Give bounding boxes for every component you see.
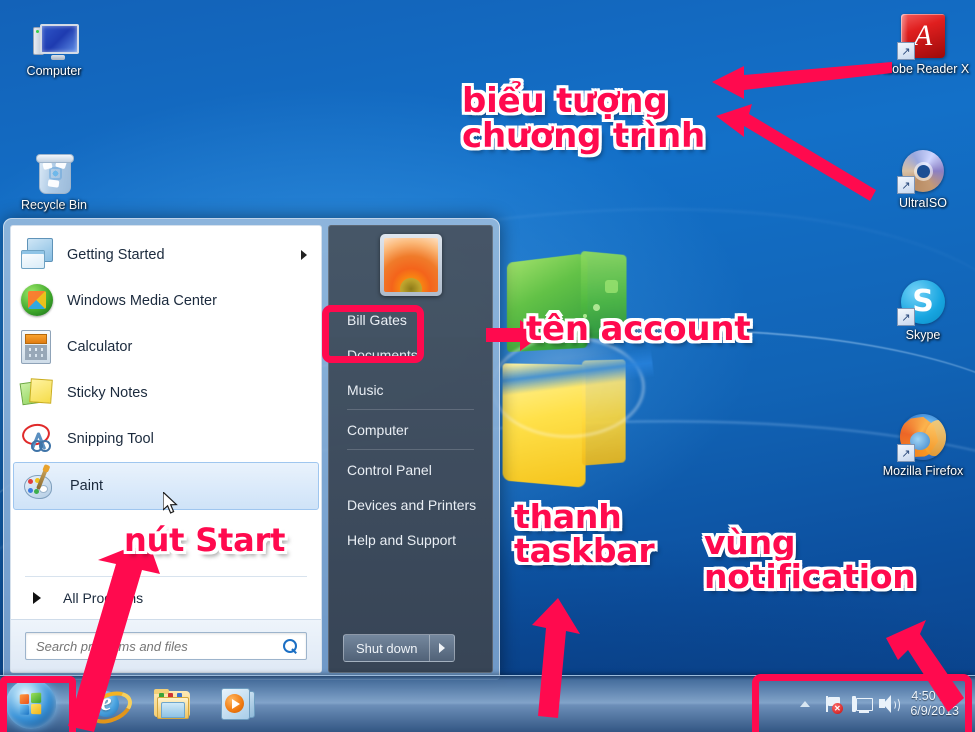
annotation-box-account-name bbox=[322, 305, 424, 363]
start-menu-item-label: Snipping Tool bbox=[67, 431, 154, 447]
start-menu-item-label: Sticky Notes bbox=[67, 385, 148, 401]
avatar[interactable] bbox=[379, 234, 442, 296]
desktop-icon-ultraiso[interactable]: ↗ UltraISO bbox=[869, 140, 975, 210]
start-menu-item-getting-started[interactable]: Getting Started bbox=[11, 232, 321, 278]
start-menu-item-windows-media-center[interactable]: Windows Media Center bbox=[11, 278, 321, 324]
start-menu-item-label: Paint bbox=[70, 478, 104, 494]
shut-down-label: Shut down bbox=[356, 640, 418, 656]
start-menu-right-item-label: Devices and Printers bbox=[347, 496, 477, 513]
shortcut-arrow-icon: ↗ bbox=[897, 42, 915, 60]
desktop-icon-firefox[interactable]: ↗ Mozilla Firefox bbox=[866, 408, 975, 478]
annotation-program-icons: biểu tượng chương trình bbox=[462, 81, 705, 156]
start-menu-item-label: Getting Started bbox=[67, 247, 165, 263]
annotation-notification-area: vùng notification bbox=[704, 523, 916, 596]
ultraiso-icon: ↗ bbox=[869, 140, 975, 194]
getting-started-icon bbox=[21, 238, 55, 272]
windows-desktop: Computer Recycle Bin A ↗ Adobe Reader X … bbox=[0, 0, 975, 732]
annotation-start-button: nút Start bbox=[124, 521, 286, 559]
desktop-icon-label: UltraISO bbox=[899, 196, 947, 210]
taskbar-windows-media-player[interactable] bbox=[216, 682, 260, 726]
desktop-icon-recycle-bin[interactable]: Recycle Bin bbox=[0, 142, 108, 212]
annotation-arrow-program-icons-2 bbox=[716, 104, 876, 201]
annotation-arrow-program-icons-1 bbox=[712, 62, 892, 99]
shut-down-group: Shut down bbox=[343, 634, 456, 662]
start-menu-right-item-computer[interactable]: Computer bbox=[341, 412, 480, 447]
desktop-icon-computer[interactable]: Computer bbox=[0, 8, 108, 78]
all-programs-triangle-icon bbox=[33, 592, 41, 604]
search-icon bbox=[283, 638, 298, 654]
submenu-arrow-icon bbox=[301, 250, 307, 260]
start-menu-right-item-help-and-support[interactable]: Help and Support bbox=[341, 522, 480, 557]
desktop-icon-label: Mozilla Firefox bbox=[882, 464, 964, 478]
windows-media-center-icon bbox=[21, 284, 55, 318]
start-menu-right-panel: Bill Gates Documents Music Computer Cont… bbox=[328, 225, 493, 673]
shut-down-options-button[interactable] bbox=[430, 634, 456, 662]
annotation-arrow-taskbar bbox=[532, 598, 580, 718]
firefox-icon: ↗ bbox=[866, 408, 975, 462]
annotation-account-name: tên account bbox=[526, 309, 751, 349]
shortcut-arrow-icon: ↗ bbox=[897, 308, 915, 326]
shut-down-button[interactable]: Shut down bbox=[343, 634, 431, 662]
logo-hex-dot bbox=[605, 280, 618, 293]
start-menu-right-item-music[interactable]: Music bbox=[341, 372, 480, 407]
start-menu-right-separator bbox=[347, 449, 474, 450]
windows-logo-wallpaper bbox=[475, 250, 655, 500]
windows-media-player-icon bbox=[221, 688, 255, 720]
start-menu-right-separator bbox=[347, 409, 474, 410]
adobe-reader-icon: A ↗ bbox=[869, 6, 975, 60]
skype-icon: S ↗ bbox=[869, 272, 975, 326]
annotation-arrow-notification-area bbox=[886, 620, 964, 712]
shortcut-arrow-icon: ↗ bbox=[897, 444, 915, 462]
desktop-icon-label: Skype bbox=[905, 328, 941, 342]
start-menu-item-snipping-tool[interactable]: Snipping Tool bbox=[11, 416, 321, 462]
computer-icon bbox=[0, 8, 108, 60]
sticky-notes-icon bbox=[19, 376, 55, 410]
calculator-icon bbox=[21, 330, 55, 364]
paint-icon bbox=[24, 468, 58, 503]
flower-avatar-image bbox=[383, 238, 438, 292]
start-menu-right-item-label: Music bbox=[347, 381, 384, 398]
start-menu-right-item-label: Help and Support bbox=[347, 531, 456, 548]
desktop-icon-skype[interactable]: S ↗ Skype bbox=[869, 272, 975, 342]
start-menu-item-label: Windows Media Center bbox=[67, 293, 217, 309]
chevron-right-icon bbox=[439, 643, 446, 653]
start-menu-right-item-label: Control Panel bbox=[347, 461, 432, 478]
start-menu-item-sticky-notes[interactable]: Sticky Notes bbox=[11, 370, 321, 416]
annotation-taskbar: thanh taskbar bbox=[514, 497, 655, 570]
start-menu-right-item-label: Computer bbox=[347, 421, 409, 438]
desktop-icon-label: Recycle Bin bbox=[21, 198, 87, 212]
desktop-icon-label: Computer bbox=[26, 64, 82, 78]
shortcut-arrow-icon: ↗ bbox=[897, 176, 915, 194]
recycle-bin-icon bbox=[0, 142, 108, 194]
start-menu-item-label: Calculator bbox=[67, 339, 133, 355]
annotation-arrow-start-button bbox=[68, 540, 160, 732]
start-menu-right-item-control-panel[interactable]: Control Panel bbox=[341, 452, 480, 487]
start-menu-program-list: Getting Started Windows Media Center Cal… bbox=[11, 226, 321, 510]
snipping-tool-icon bbox=[20, 421, 55, 456]
start-menu-right-item-devices-and-printers[interactable]: Devices and Printers bbox=[341, 487, 480, 522]
start-menu-item-calculator[interactable]: Calculator bbox=[11, 324, 321, 370]
mouse-cursor bbox=[163, 492, 178, 514]
